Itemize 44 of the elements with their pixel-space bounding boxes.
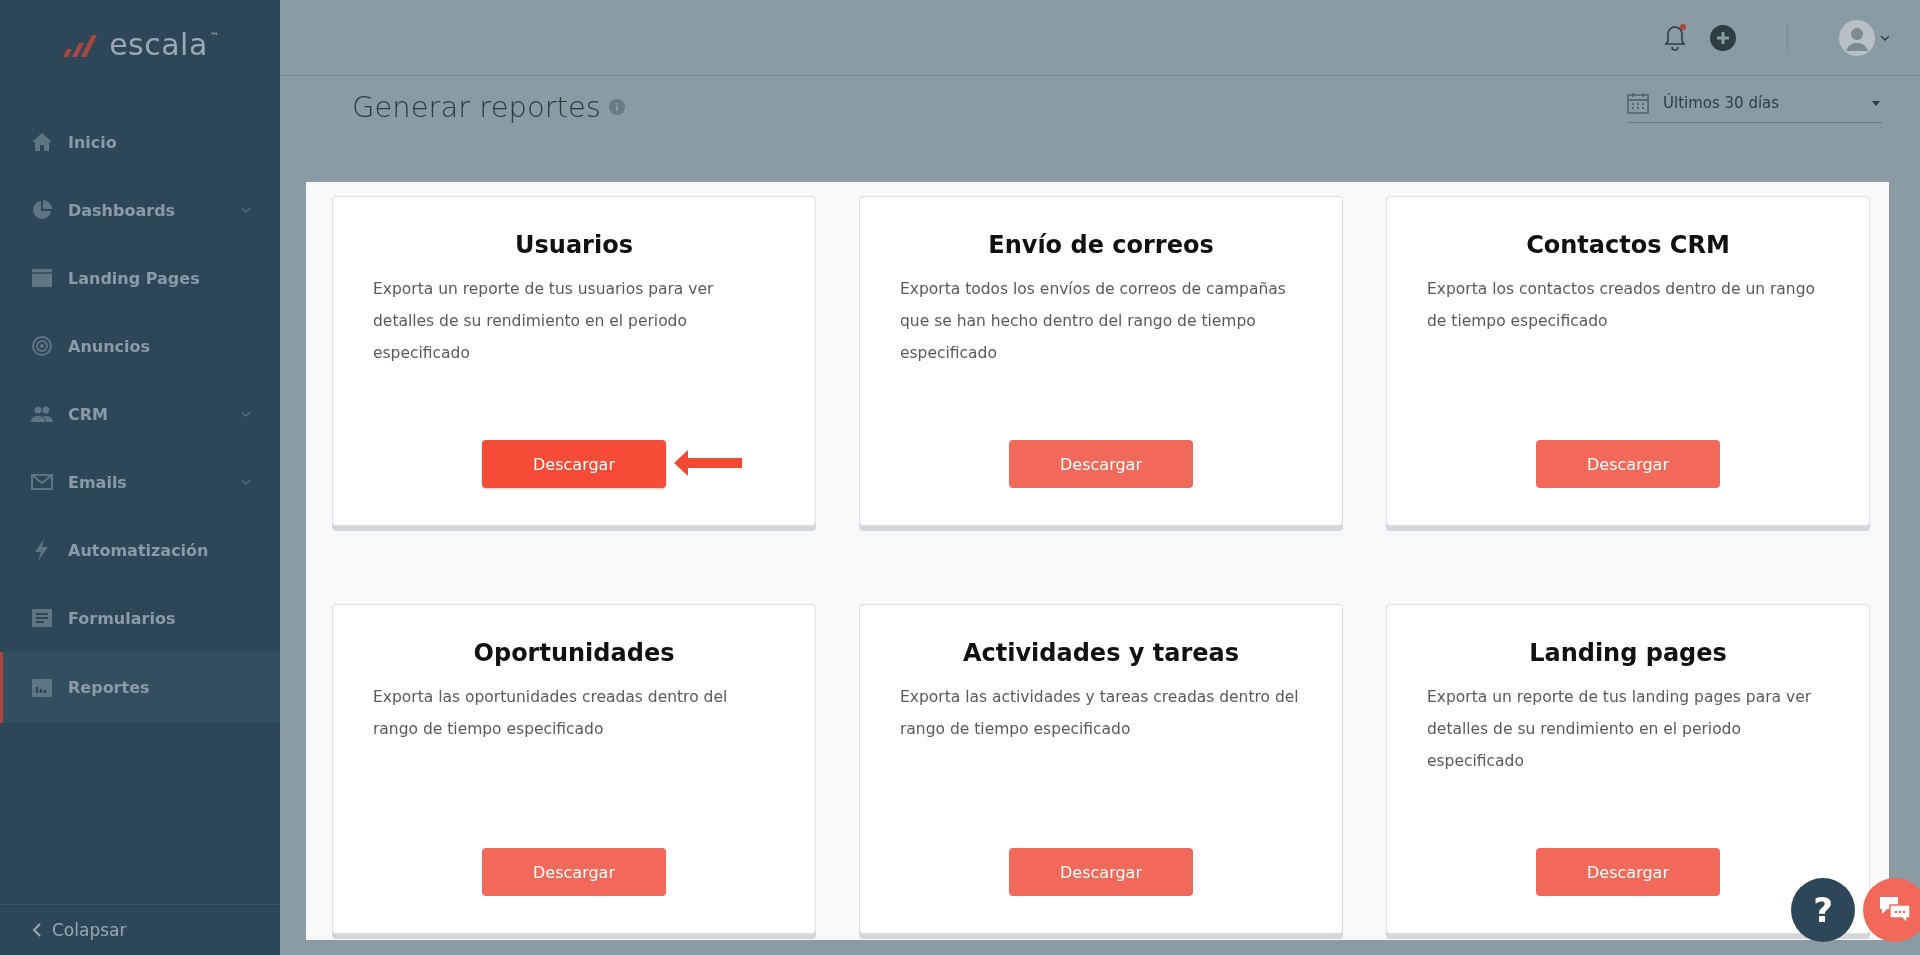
download-button[interactable]: Descargar: [1009, 848, 1193, 896]
card-title: Oportunidades: [472, 638, 676, 669]
sidebar-item[interactable]: CRM: [0, 380, 280, 448]
notification-bell-icon[interactable]: [1663, 23, 1687, 52]
download-button[interactable]: Descargar: [482, 440, 666, 488]
date-range-dropdown[interactable]: Últimos 30 días: [1627, 90, 1882, 123]
form-icon: [30, 606, 54, 630]
card-description: Exporta todos los envíos de correos de campañas que se han hecho dentro del rango de tiempo especificado: [900, 279, 1287, 364]
window-icon: [30, 266, 54, 290]
card-title: Contactos CRM: [1525, 230, 1731, 261]
card-description: Exporta las oportunidades creadas dentro del rango de tiempo especificado: [373, 687, 729, 740]
home-icon: [30, 130, 54, 154]
sidebar-item[interactable]: Anuncios: [0, 312, 280, 380]
chat-button[interactable]: [1863, 878, 1920, 942]
download-button[interactable]: Descargar: [1536, 440, 1720, 488]
sidebar-item[interactable]: Formularios: [0, 584, 280, 652]
download-button[interactable]: Descargar: [1009, 440, 1193, 488]
card-description: Exporta los contactos creados dentro de un rango de tiempo especificado: [1427, 279, 1816, 332]
download-button[interactable]: Descargar: [482, 848, 666, 896]
card-title: Landing pages: [1528, 638, 1728, 669]
card-title: Actividades y tareas: [961, 638, 1241, 669]
caret-icon: [1872, 100, 1880, 106]
card-description: Exporta un reporte de tus usuarios para ver detalles de su rendimiento en el periodo especificado: [373, 279, 715, 364]
card-title: Envío de correos: [987, 230, 1215, 261]
card-description: Exporta las actividades y tareas creadas dentro del rango de tiempo especificado: [900, 687, 1300, 740]
target-icon: [30, 334, 54, 358]
sidebar-item[interactable]: Landing Pages: [0, 244, 280, 312]
logo-text: escala: [109, 26, 208, 62]
trademark-symbol: ™: [209, 31, 219, 41]
add-icon[interactable]: [1709, 23, 1737, 52]
sidebar-item[interactable]: Dashboards: [0, 176, 280, 244]
chevron-down-icon[interactable]: [1880, 33, 1890, 42]
sidebar-item[interactable]: Automatización: [0, 516, 280, 584]
sidebar-item[interactable]: Emails: [0, 448, 280, 516]
chevron-left-icon: [32, 922, 42, 938]
pointer-arrow-icon: [674, 450, 742, 476]
sidebar-item[interactable]: Reportes: [0, 652, 280, 723]
download-button[interactable]: Descargar: [1536, 848, 1720, 896]
card-description: Exporta un reporte de tus landing pages para ver detalles de su rendimiento en el periodo especificado: [1427, 687, 1813, 772]
card-title: Usuarios: [514, 230, 634, 261]
page-title: Generar reportes: [352, 90, 601, 124]
sidebar-item[interactable]: Inicio: [0, 108, 280, 176]
pie-chart-icon: [30, 198, 54, 222]
calendar-icon: [1627, 92, 1649, 114]
